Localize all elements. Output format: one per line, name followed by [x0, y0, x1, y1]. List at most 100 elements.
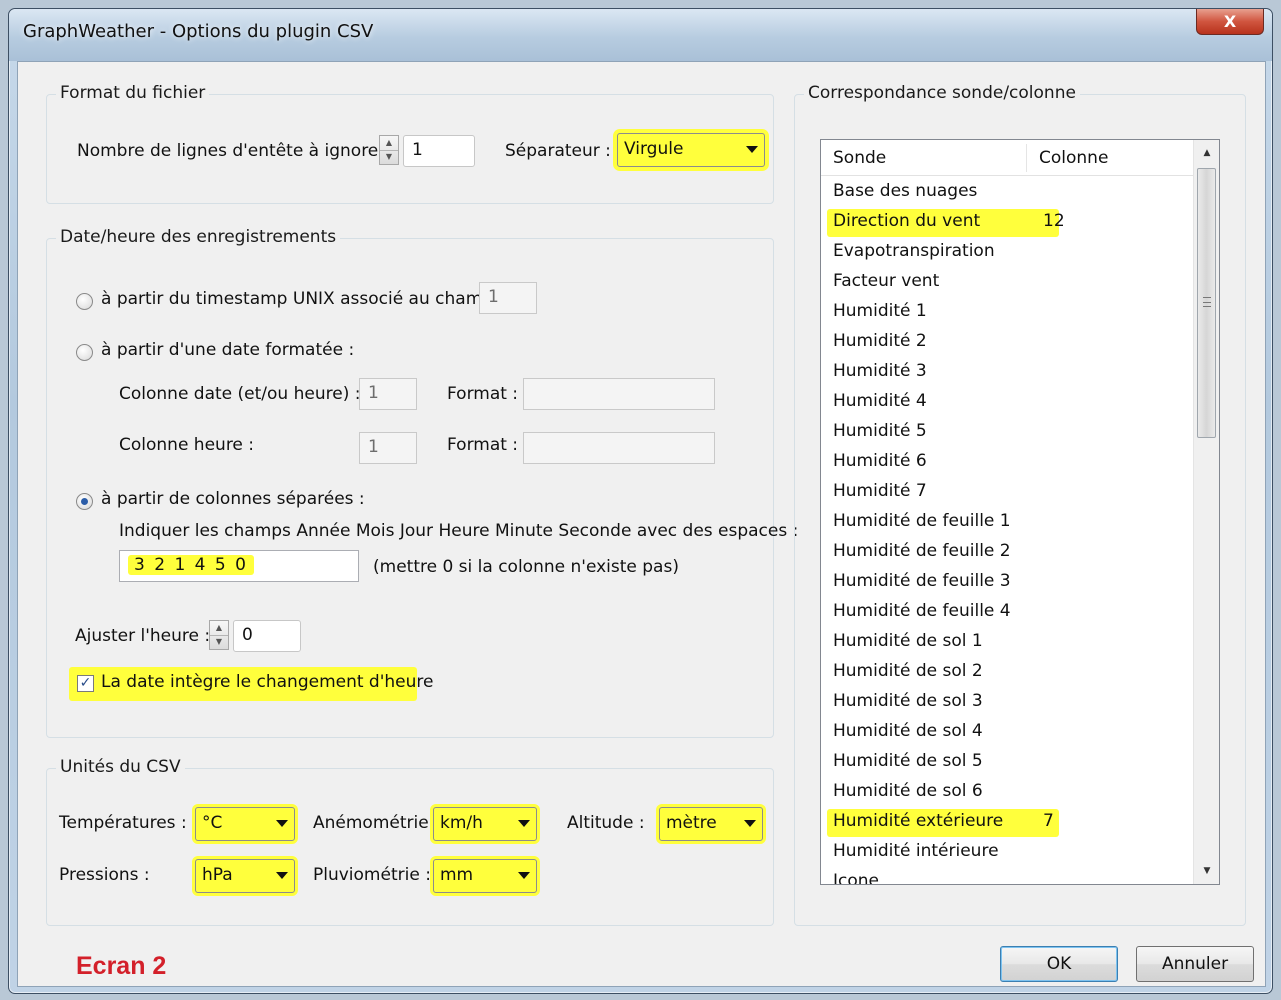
list-item[interactable]: Humidité de feuille 1 — [821, 508, 1193, 538]
rain-select[interactable]: mm — [433, 859, 537, 893]
sonde-cell: Humidité de feuille 2 — [833, 541, 1011, 561]
time-column-label: Colonne heure : — [119, 435, 255, 455]
pressure-value: hPa — [202, 865, 233, 885]
pressure-label: Pressions : — [59, 865, 150, 885]
fields-hint: (mettre 0 si la colonne n'existe pas) — [373, 557, 679, 577]
spin-down-icon[interactable]: ▼ — [380, 151, 398, 165]
list-item[interactable]: Humidité de sol 3 — [821, 688, 1193, 718]
sonde-cell: Icone — [833, 871, 879, 885]
list-item[interactable]: Humidité de feuille 2 — [821, 538, 1193, 568]
vertical-scrollbar[interactable]: ▲ ▼ — [1193, 140, 1219, 884]
adjust-hour-input[interactable]: 0 — [233, 620, 301, 652]
sonde-cell: Humidité de feuille 1 — [833, 511, 1011, 531]
spin-down-icon[interactable]: ▼ — [210, 636, 228, 650]
adjust-hour-spinner[interactable]: ▲ ▼ — [209, 620, 229, 650]
formatted-date-label: à partir d'une date formatée : — [101, 340, 355, 360]
fields-order-value: 3 2 1 4 5 0 — [128, 555, 254, 575]
pressure-select[interactable]: hPa — [195, 859, 295, 893]
anemometry-label: Anémométrie : — [313, 813, 440, 833]
sonde-cell: Humidité intérieure — [833, 841, 999, 861]
sonde-cell: Humidité 2 — [833, 331, 927, 351]
list-item[interactable]: Icone — [821, 868, 1193, 885]
list-item[interactable]: Humidité 7 — [821, 478, 1193, 508]
chevron-down-icon — [276, 872, 288, 879]
anemometry-select[interactable]: km/h — [433, 807, 537, 841]
scroll-up-icon[interactable]: ▲ — [1194, 140, 1219, 166]
radio-unix-timestamp[interactable] — [76, 293, 93, 310]
header-lines-spinner[interactable]: ▲ ▼ — [379, 135, 399, 165]
list-item[interactable]: Humidité de sol 2 — [821, 658, 1193, 688]
list-item[interactable]: Humidité de feuille 4 — [821, 598, 1193, 628]
mapping-group-title: Correspondance sonde/colonne — [804, 83, 1080, 103]
list-item[interactable]: Direction du vent 12 — [821, 208, 1193, 238]
window-title: GraphWeather - Options du plugin CSV — [23, 21, 374, 42]
close-button[interactable]: X — [1196, 9, 1264, 35]
spin-up-icon[interactable]: ▲ — [210, 621, 228, 636]
list-item[interactable]: Humidité de sol 6 — [821, 778, 1193, 808]
fields-instruction: Indiquer les champs Année Mois Jour Heur… — [119, 521, 799, 541]
scroll-thumb[interactable] — [1197, 168, 1216, 438]
sonde-cell: Evapotranspiration — [833, 241, 995, 261]
scroll-down-icon[interactable]: ▼ — [1194, 858, 1219, 884]
header-lines-input[interactable]: 1 — [403, 135, 475, 167]
header-lines-label: Nombre de lignes d'entête à ignorer: — [77, 141, 391, 161]
date-format-input[interactable] — [523, 378, 715, 410]
sonde-cell: Humidité 1 — [833, 301, 927, 321]
fields-order-input[interactable]: 3 2 1 4 5 0 — [119, 550, 359, 582]
unix-timestamp-label: à partir du timestamp UNIX associé au ch… — [101, 289, 505, 309]
list-item[interactable]: Base des nuages — [821, 178, 1193, 208]
file-format-group-title: Format du fichier — [56, 83, 210, 103]
list-item[interactable]: Humidité de sol 1 — [821, 628, 1193, 658]
date-format-label: Format : — [447, 384, 519, 404]
mapping-group: Correspondance sonde/colonne Sonde Colon… — [794, 83, 1246, 926]
colonne-cell: 7 — [1043, 811, 1054, 831]
list-item[interactable]: Humidité 4 — [821, 388, 1193, 418]
time-format-input[interactable] — [523, 432, 715, 464]
sonde-cell: Humidité extérieure — [833, 811, 1004, 831]
grip-icon — [1203, 297, 1211, 307]
header-sonde[interactable]: Sonde — [833, 148, 886, 168]
date-column-label: Colonne date (et/ou heure) : — [119, 384, 361, 404]
list-item[interactable]: Humidité 2 — [821, 328, 1193, 358]
list-item[interactable]: Humidité de feuille 3 — [821, 568, 1193, 598]
list-item[interactable]: Humidité intérieure — [821, 838, 1193, 868]
sonde-cell: Humidité de sol 1 — [833, 631, 983, 651]
chevron-down-icon — [276, 820, 288, 827]
column-separator[interactable] — [1026, 144, 1027, 172]
dialog-body: Format du fichier Nombre de lignes d'ent… — [17, 61, 1266, 987]
list-item[interactable]: Humidité de sol 4 — [821, 718, 1193, 748]
separator-select[interactable]: Virgule — [617, 133, 765, 167]
time-column-input[interactable]: 1 — [359, 432, 417, 464]
sonde-cell: Base des nuages — [833, 181, 978, 201]
list-item[interactable]: Evapotranspiration — [821, 238, 1193, 268]
chevron-down-icon — [746, 146, 758, 153]
list-header: Sonde Colonne — [821, 140, 1193, 176]
header-colonne[interactable]: Colonne — [1039, 148, 1108, 168]
temperature-value: °C — [202, 813, 223, 833]
sonde-cell: Facteur vent — [833, 271, 940, 291]
mapping-listbox[interactable]: Sonde Colonne Base des nuages Direction d… — [820, 139, 1220, 885]
dst-checkbox[interactable]: ✓ — [77, 675, 94, 692]
list-item[interactable]: Humidité de sol 5 — [821, 748, 1193, 778]
spin-up-icon[interactable]: ▲ — [380, 136, 398, 151]
title-bar[interactable]: GraphWeather - Options du plugin CSV X — [9, 9, 1272, 61]
radio-formatted-date[interactable] — [76, 344, 93, 361]
cancel-button[interactable]: Annuler — [1136, 946, 1254, 982]
list-item[interactable]: Humidité extérieure 7 — [821, 808, 1193, 838]
date-column-input[interactable]: 1 — [359, 378, 417, 410]
chevron-down-icon — [518, 872, 530, 879]
sonde-cell: Humidité de sol 3 — [833, 691, 983, 711]
chevron-down-icon — [744, 820, 756, 827]
list-item[interactable]: Humidité 3 — [821, 358, 1193, 388]
list-item[interactable]: Humidité 5 — [821, 418, 1193, 448]
list-item[interactable]: Humidité 6 — [821, 448, 1193, 478]
altitude-select[interactable]: mètre — [659, 807, 763, 841]
radio-separate-columns[interactable] — [76, 493, 93, 510]
temperature-select[interactable]: °C — [195, 807, 295, 841]
ok-button[interactable]: OK — [1000, 946, 1118, 982]
list-item[interactable]: Facteur vent — [821, 268, 1193, 298]
unix-field-input[interactable]: 1 — [479, 282, 537, 314]
list-item[interactable]: Humidité 1 — [821, 298, 1193, 328]
separator-label: Séparateur : — [505, 141, 611, 161]
anemometry-value: km/h — [440, 813, 483, 833]
